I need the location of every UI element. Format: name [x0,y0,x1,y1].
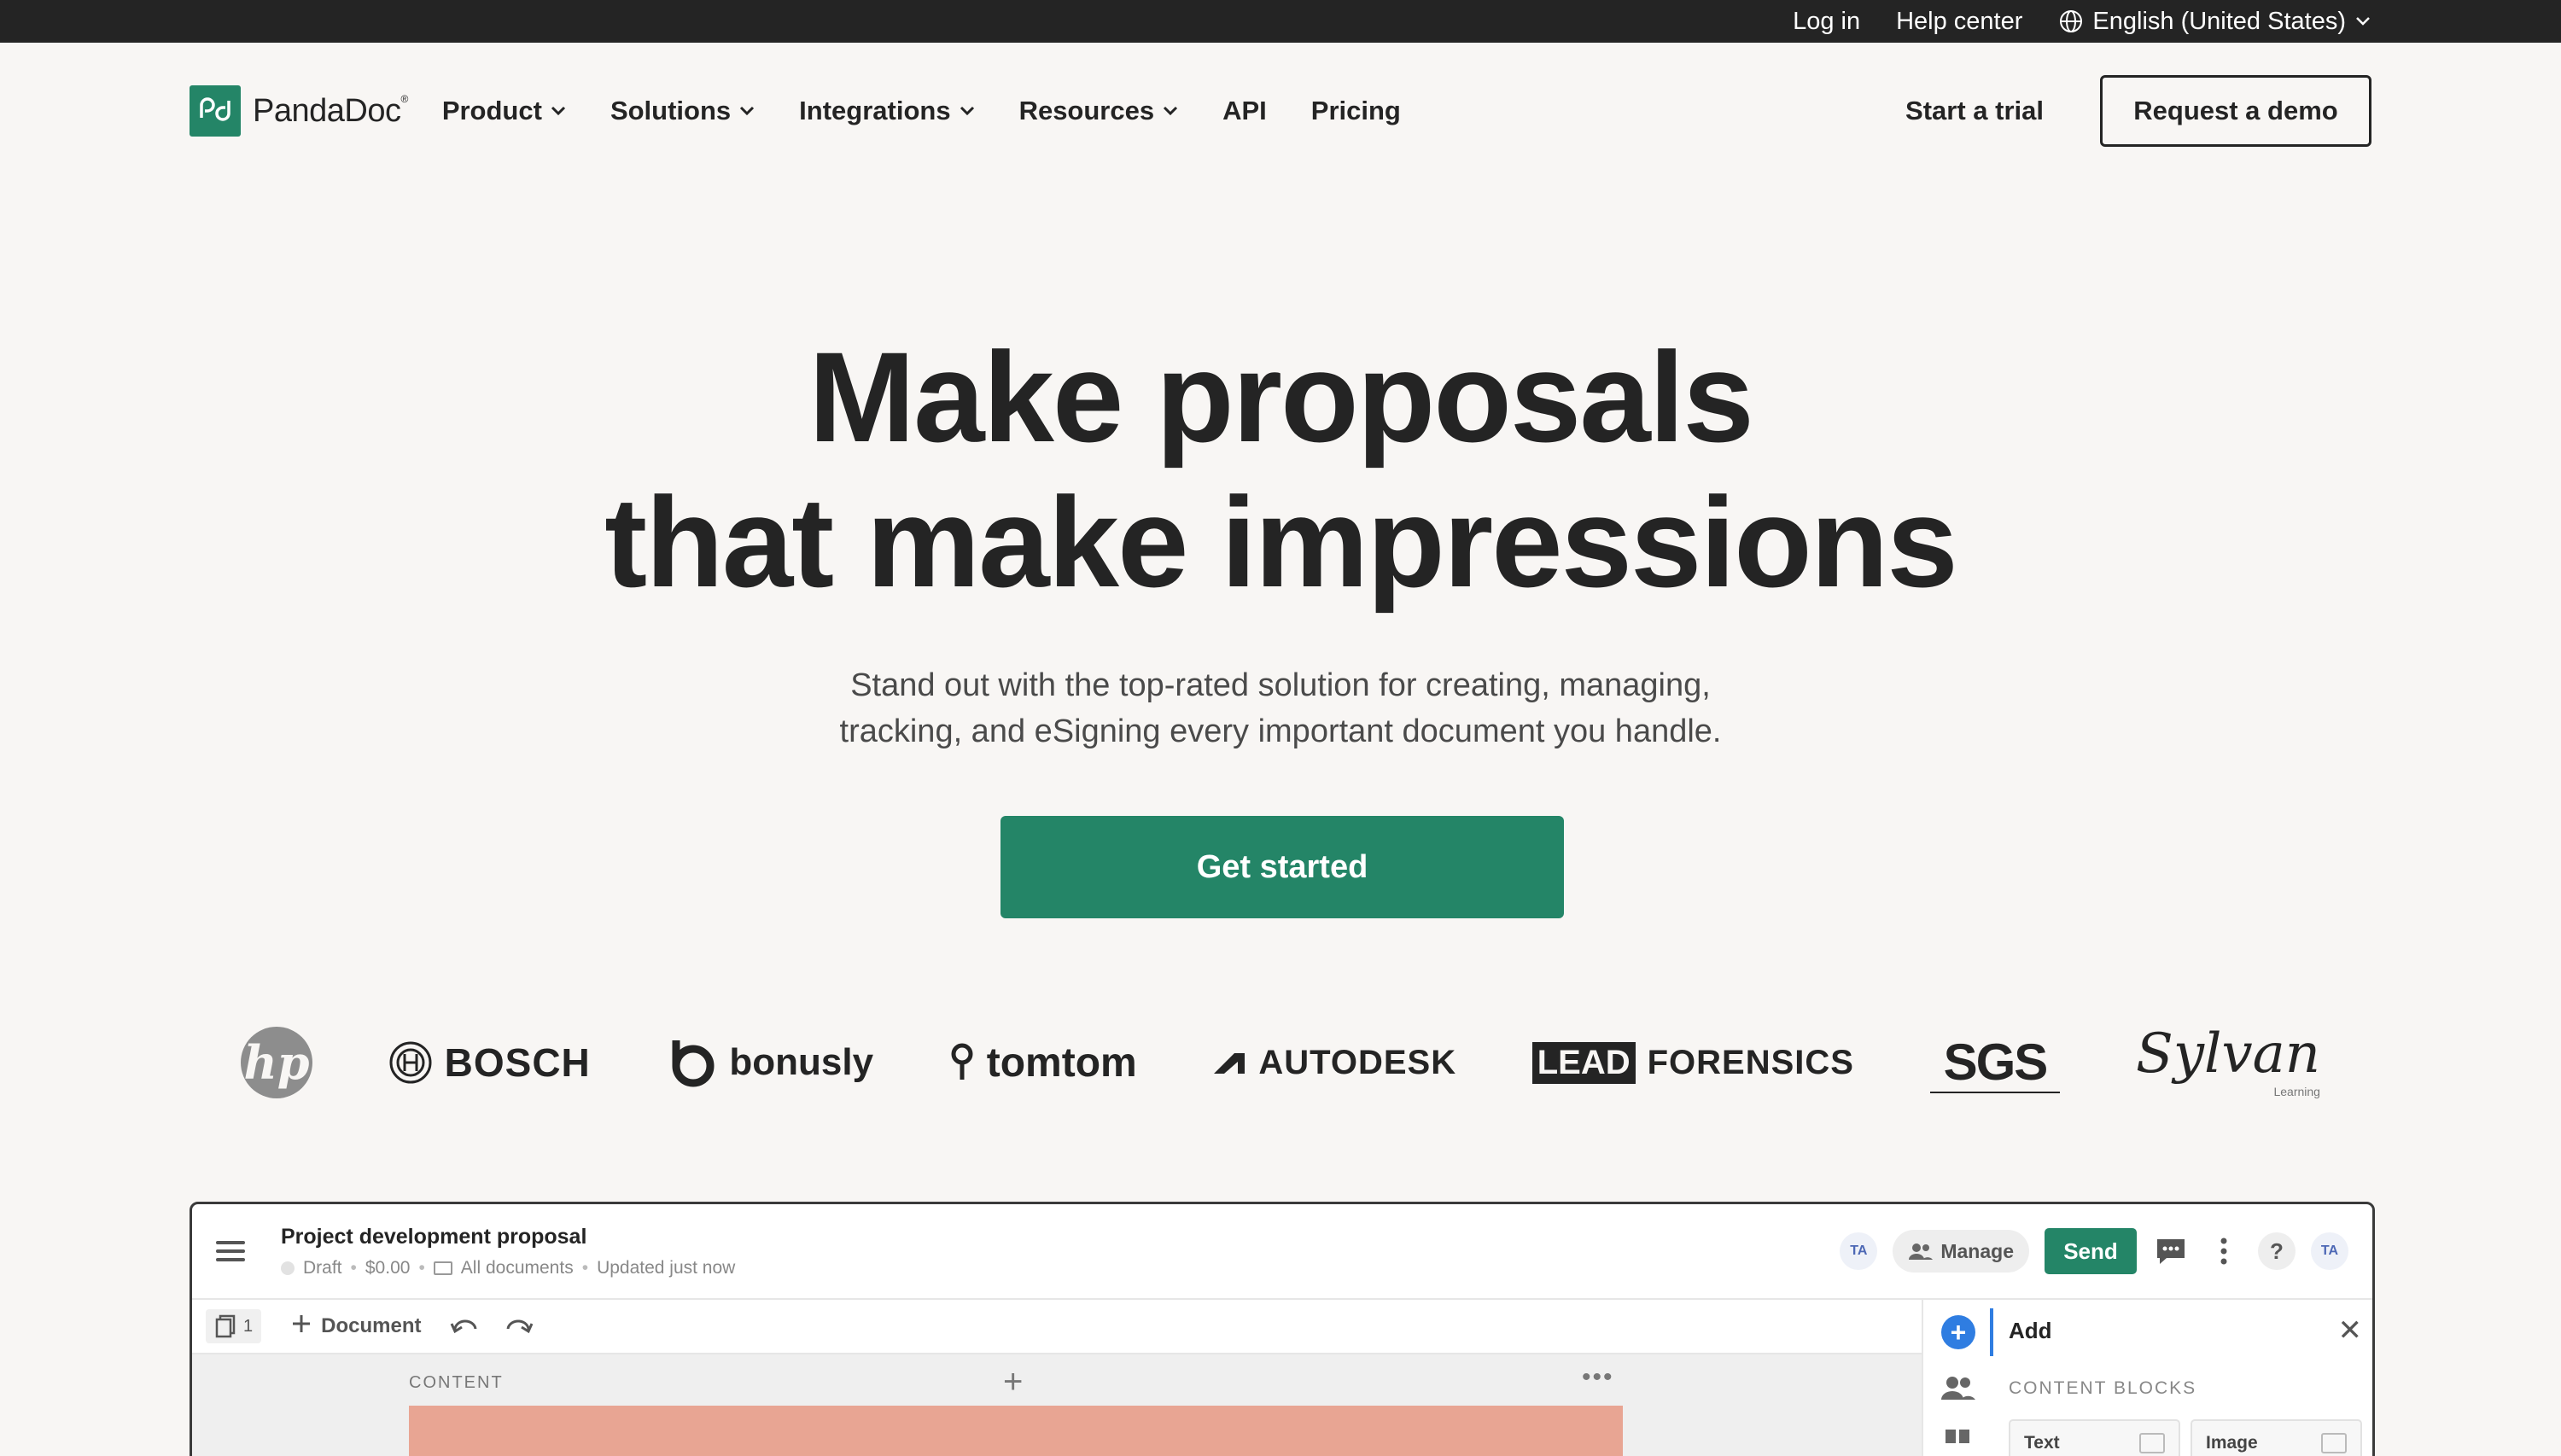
sgs-logo: SGS [1929,1033,2061,1093]
nav-item-resources[interactable]: Resources [1019,96,1179,126]
map-pin-icon [951,1043,973,1080]
add-panel: Add ✕ CONTENT BLOCKS Text Image [1993,1300,2372,1456]
nav-item-solutions[interactable]: Solutions [610,96,755,126]
chevron-down-icon [740,106,755,116]
chevron-down-icon [2354,15,2371,27]
brand-name: PandaDoc® [253,92,408,129]
bonusly-emblem-icon [672,1040,715,1087]
send-button[interactable]: Send [2045,1228,2137,1274]
status-dot-icon [281,1261,295,1275]
avatar[interactable]: TA [1840,1232,1878,1270]
get-started-button[interactable]: Get started [1000,816,1564,918]
pages-icon [215,1314,236,1338]
nav-actions: Start a trial Request a demo [1905,75,2371,147]
language-selector[interactable]: English (United States) [2058,8,2371,36]
document-meta: Draft • $0.00 • All documents • Updated … [281,1258,735,1278]
status-badge: Draft [303,1257,342,1278]
customer-logos: hp BOSCH bonusly tomtom AUTODESK LEAD FOR… [190,1016,2371,1109]
pandadoc-logo-icon [190,85,241,137]
app-preview: Project development proposal Draft • $0.… [190,1202,2375,1456]
add-panel-title: Add [2009,1317,2052,1343]
tomtom-logo: tomtom [949,1040,1137,1086]
editor-toolbar: 1 Document [192,1300,1922,1354]
start-trial-link[interactable]: Start a trial [1905,96,2044,126]
globe-icon [2058,9,2084,34]
text-block-icon [2139,1433,2165,1453]
more-options-icon[interactable] [2205,1232,2243,1270]
utility-bar: Log in Help center English (United State… [0,0,2561,43]
content-block-tiles: Text Image [2009,1419,2362,1456]
login-link[interactable]: Log in [1793,8,1860,36]
language-label: English (United States) [2092,7,2346,35]
hero-subtitle: Stand out with the top-rated solution fo… [839,667,1722,749]
text-block-tile[interactable]: Text [2009,1419,2180,1456]
folder-icon [433,1261,452,1275]
updated-time: Updated just now [597,1257,736,1278]
recipients-icon[interactable] [1940,1375,1976,1401]
manage-button[interactable]: Manage [1893,1230,2029,1273]
document-amount: $0.00 [365,1257,411,1278]
editor-actions: TA Manage Send ? TA [1840,1228,2348,1274]
bosch-logo: BOSCH [388,1040,591,1086]
help-center-link[interactable]: Help center [1896,8,2022,36]
folder-name[interactable]: All documents [461,1258,574,1278]
document-title: Project development proposal [281,1224,587,1249]
close-icon[interactable]: ✕ [2338,1313,2363,1348]
chevron-down-icon [960,106,974,116]
autodesk-emblem-icon [1214,1053,1245,1074]
chevron-down-icon [1164,106,1178,116]
users-icon [1909,1243,1934,1260]
document-canvas: CONTENT + ••• [192,1354,1922,1456]
main-nav: PandaDoc® Product Solutions Integrations… [0,43,2561,179]
chevron-down-icon [551,106,565,116]
add-document-button[interactable]: Document [290,1313,421,1341]
undo-icon[interactable] [450,1317,479,1336]
plus-icon [290,1313,312,1341]
nav-item-product[interactable]: Product [442,96,566,126]
add-block-icon[interactable]: + [1003,1363,1023,1401]
add-panel-icon[interactable]: + [1941,1315,1975,1349]
image-block-tile[interactable]: Image [2191,1419,2362,1456]
sidebar-rail: + [1922,1300,1993,1456]
hp-logo: hp [241,1027,312,1098]
sylvan-learning-logo: Sylvan Learning [2135,1022,2320,1098]
page-thumbnails-toggle[interactable]: 1 [206,1309,262,1343]
comments-icon[interactable] [2152,1232,2190,1270]
bonusly-logo: bonusly [666,1037,873,1088]
bosch-emblem-icon [389,1041,432,1084]
help-button[interactable]: ? [2258,1232,2296,1270]
blocks-icon[interactable] [1944,1426,1973,1443]
pandadoc-logo[interactable]: PandaDoc® [190,85,408,137]
request-demo-button[interactable]: Request a demo [2100,75,2371,147]
nav-item-integrations[interactable]: Integrations [799,96,974,126]
redo-icon[interactable] [505,1317,534,1336]
content-section-label: CONTENT [409,1373,504,1392]
hero-title: Make proposals that make impressions [604,325,1958,614]
editor-header: Project development proposal Draft • $0.… [192,1204,2372,1300]
section-more-icon[interactable]: ••• [1582,1363,1614,1392]
avatar[interactable]: TA [2311,1232,2348,1270]
document-info: Project development proposal Draft • $0.… [281,1225,735,1278]
nav-menu: Product Solutions Integrations Resources… [442,96,1401,126]
nav-item-pricing[interactable]: Pricing [1311,96,1401,126]
add-panel-header: Add ✕ [2009,1313,2362,1348]
leadforensics-logo: LEAD FORENSICS [1531,1041,1854,1084]
hamburger-menu-icon[interactable] [216,1241,245,1261]
nav-item-api[interactable]: API [1222,96,1267,126]
content-blocks-label: CONTENT BLOCKS [2009,1378,2197,1398]
image-block-icon [2321,1433,2347,1453]
autodesk-logo: AUTODESK [1212,1044,1456,1082]
history-controls [450,1317,534,1336]
cover-image-block[interactable] [409,1406,1623,1456]
